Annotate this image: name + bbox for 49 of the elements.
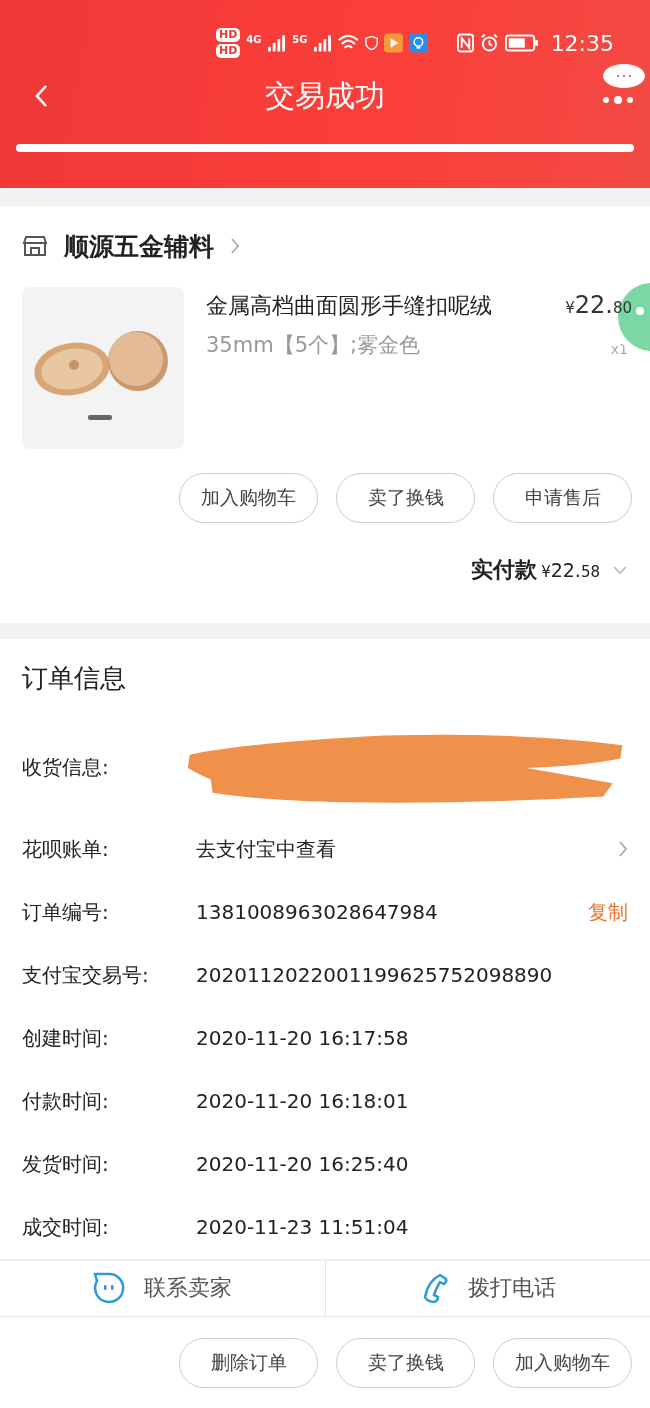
paid-label: 实付款: [471, 555, 538, 584]
section-title: 订单信息: [22, 661, 127, 695]
contact-button[interactable]: 拨打电话: [467, 1273, 556, 1304]
info-value: 1381008963028647984: [196, 900, 439, 925]
signal-icon: [313, 34, 333, 52]
store-name[interactable]: 顺源五金辅料: [64, 229, 214, 263]
action-button[interactable]: 卖了换钱: [336, 472, 475, 523]
shield-icon: [365, 35, 379, 51]
chevron-right-icon: [618, 840, 628, 859]
sim-label: HD: [216, 28, 241, 42]
paid-amount: ¥22.58: [541, 558, 600, 581]
nfc-icon: [456, 33, 474, 53]
info-label: 付款时间:: [22, 1087, 110, 1115]
action-button[interactable]: 卖了换钱: [336, 1337, 475, 1388]
play-app-icon: [384, 33, 404, 53]
back-icon[interactable]: [34, 84, 48, 108]
info-label: 收货信息:: [22, 754, 110, 782]
action-button[interactable]: 申请售后: [493, 472, 632, 523]
info-value[interactable]: 去支付宝中查看: [196, 835, 618, 863]
network-label: 4G: [246, 33, 262, 45]
alarm-icon: [479, 33, 499, 53]
sim-label: HD: [216, 44, 241, 58]
info-label: 创建时间:: [22, 1024, 110, 1052]
product-spec: 35mm【5个】;雾金色: [206, 331, 421, 359]
info-label: 成交时间:: [22, 1213, 110, 1241]
info-value: 2020-11-23 11:51:04: [196, 1215, 410, 1240]
clock-time: 12:35: [550, 30, 615, 56]
chevron-right-icon: [230, 237, 240, 256]
signal-icon: [267, 34, 287, 52]
action-button[interactable]: 加入购物车: [493, 1337, 632, 1388]
info-value: 2020112022001199625752098890: [196, 963, 554, 988]
info-value: 2020-11-20 16:17:58: [196, 1026, 410, 1051]
info-label: 支付宝交易号:: [22, 961, 150, 989]
product-title[interactable]: 金属高档曲面圆形手缝扣呢绒: [206, 290, 492, 321]
info-value: 2020-11-20 16:18:01: [196, 1089, 410, 1114]
network-label: 5G: [292, 33, 308, 45]
bulb-app-icon: [409, 33, 428, 53]
action-button[interactable]: 加入购物车: [179, 472, 318, 523]
info-label: 订单编号:: [22, 898, 110, 926]
page-title: 交易成功: [264, 76, 386, 115]
store-icon: [22, 235, 48, 258]
info-value: 2020-11-20 16:25:40: [196, 1152, 410, 1177]
battery-icon: [504, 34, 539, 52]
contact-button[interactable]: 联系卖家: [144, 1273, 233, 1304]
info-label: 花呗账单:: [22, 835, 110, 863]
chat-face-icon: [92, 1271, 127, 1306]
quantity-label: x1: [610, 340, 629, 359]
info-label: 发货时间:: [22, 1150, 110, 1178]
action-button[interactable]: 删除订单: [179, 1337, 318, 1388]
